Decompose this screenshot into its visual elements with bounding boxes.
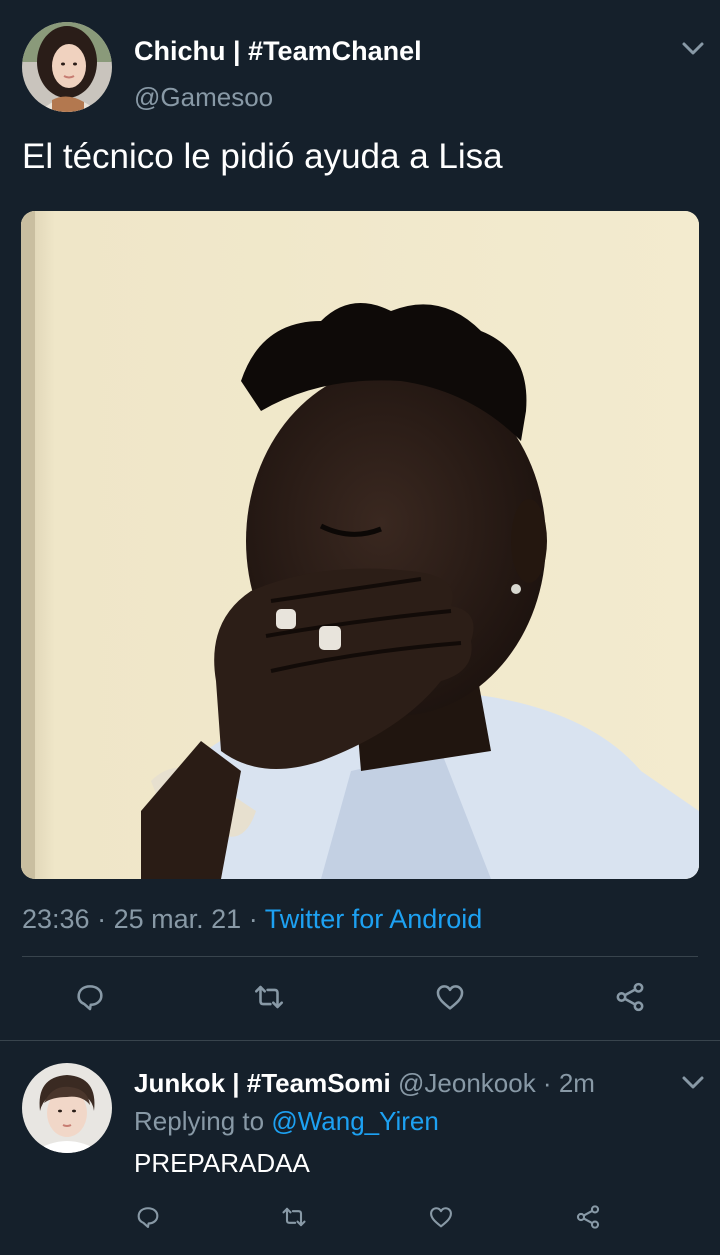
divider (0, 1040, 720, 1041)
retweet-icon[interactable] (249, 977, 289, 1017)
meta-separator: · (97, 904, 114, 934)
replying-to: Replying to @Wang_Yiren (134, 1106, 439, 1137)
reply-author-name[interactable]: Junkok | #TeamSomi (134, 1068, 391, 1098)
main-tweet: Chichu | #TeamChanel @Gamesoo El técnico… (0, 0, 720, 1040)
author-name[interactable]: Chichu | #TeamChanel (134, 36, 422, 67)
replying-label: Replying to (134, 1106, 265, 1136)
tweet-media-image[interactable] (21, 211, 699, 879)
tweet-text: El técnico le pidió ayuda a Lisa (22, 137, 503, 176)
photo-man-covering-mouth-icon (21, 211, 699, 879)
tweet-meta: 23:36 · 25 mar. 21 · Twitter for Android (22, 904, 482, 935)
reply-icon[interactable] (128, 1197, 168, 1237)
replying-to-link[interactable]: @Wang_Yiren (271, 1106, 439, 1136)
reply-menu-chevron-down-icon[interactable] (678, 1068, 708, 1098)
reply-header: Junkok | #TeamSomi @Jeonkook · 2m (134, 1068, 595, 1099)
tweet-source-link[interactable]: Twitter for Android (265, 904, 483, 934)
divider (22, 956, 698, 957)
reply-text: PREPARADAA (134, 1148, 310, 1178)
tweet-menu-chevron-down-icon[interactable] (678, 34, 708, 64)
tweet-time: 23:36 (22, 904, 90, 934)
retweet-icon[interactable] (274, 1197, 314, 1237)
avatar-photo-icon (22, 1063, 112, 1153)
meta-separator: · (535, 1068, 559, 1098)
meta-separator: · (248, 904, 265, 934)
reply-time-ago: 2m (558, 1068, 595, 1098)
share-icon[interactable] (568, 1197, 608, 1237)
author-handle[interactable]: @Gamesoo (134, 82, 273, 113)
like-icon[interactable] (430, 977, 470, 1017)
tweet-date: 25 mar. 21 (113, 904, 242, 934)
reply-icon[interactable] (70, 977, 110, 1017)
share-icon[interactable] (610, 977, 650, 1017)
reply-author-handle[interactable]: @Jeonkook (398, 1068, 536, 1098)
author-avatar[interactable] (22, 22, 112, 112)
reply-author-avatar[interactable] (22, 1063, 112, 1153)
avatar-photo-icon (22, 22, 112, 112)
like-icon[interactable] (421, 1197, 461, 1237)
